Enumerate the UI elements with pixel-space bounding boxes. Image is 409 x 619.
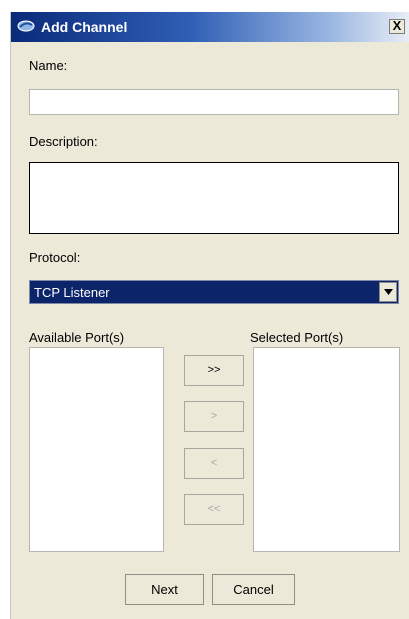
title-bar[interactable]: Add Channel X — [11, 12, 409, 42]
protocol-label: Protocol: — [29, 250, 81, 265]
chevron-down-icon — [384, 289, 393, 295]
remove-all-ports-button[interactable]: << — [184, 494, 244, 525]
remove-port-button[interactable]: < — [184, 448, 244, 479]
cancel-button[interactable]: Cancel — [212, 574, 295, 605]
add-all-ports-button[interactable]: >> — [184, 355, 244, 386]
available-ports-list[interactable] — [29, 347, 164, 552]
protocol-dropdown-button[interactable] — [379, 282, 397, 302]
available-ports-label: Available Port(s) — [29, 330, 125, 345]
dialog-title: Add Channel — [41, 19, 128, 35]
description-label: Description: — [29, 134, 98, 149]
selected-ports-label: Selected Port(s) — [250, 330, 344, 345]
name-input[interactable] — [29, 89, 399, 115]
description-textarea[interactable] — [29, 162, 399, 234]
protocol-selected-value: TCP Listener — [34, 285, 110, 300]
name-label: Name: — [29, 58, 68, 73]
close-icon: X — [392, 18, 402, 33]
selected-ports-list[interactable] — [253, 347, 400, 552]
next-button[interactable]: Next — [125, 574, 204, 605]
channel-icon — [17, 18, 35, 34]
protocol-select[interactable]: TCP Listener — [29, 280, 399, 304]
add-port-button[interactable]: > — [184, 401, 244, 432]
close-button[interactable]: X — [389, 19, 405, 34]
add-channel-dialog: Add Channel X Name: Description: Protoco… — [10, 12, 409, 619]
